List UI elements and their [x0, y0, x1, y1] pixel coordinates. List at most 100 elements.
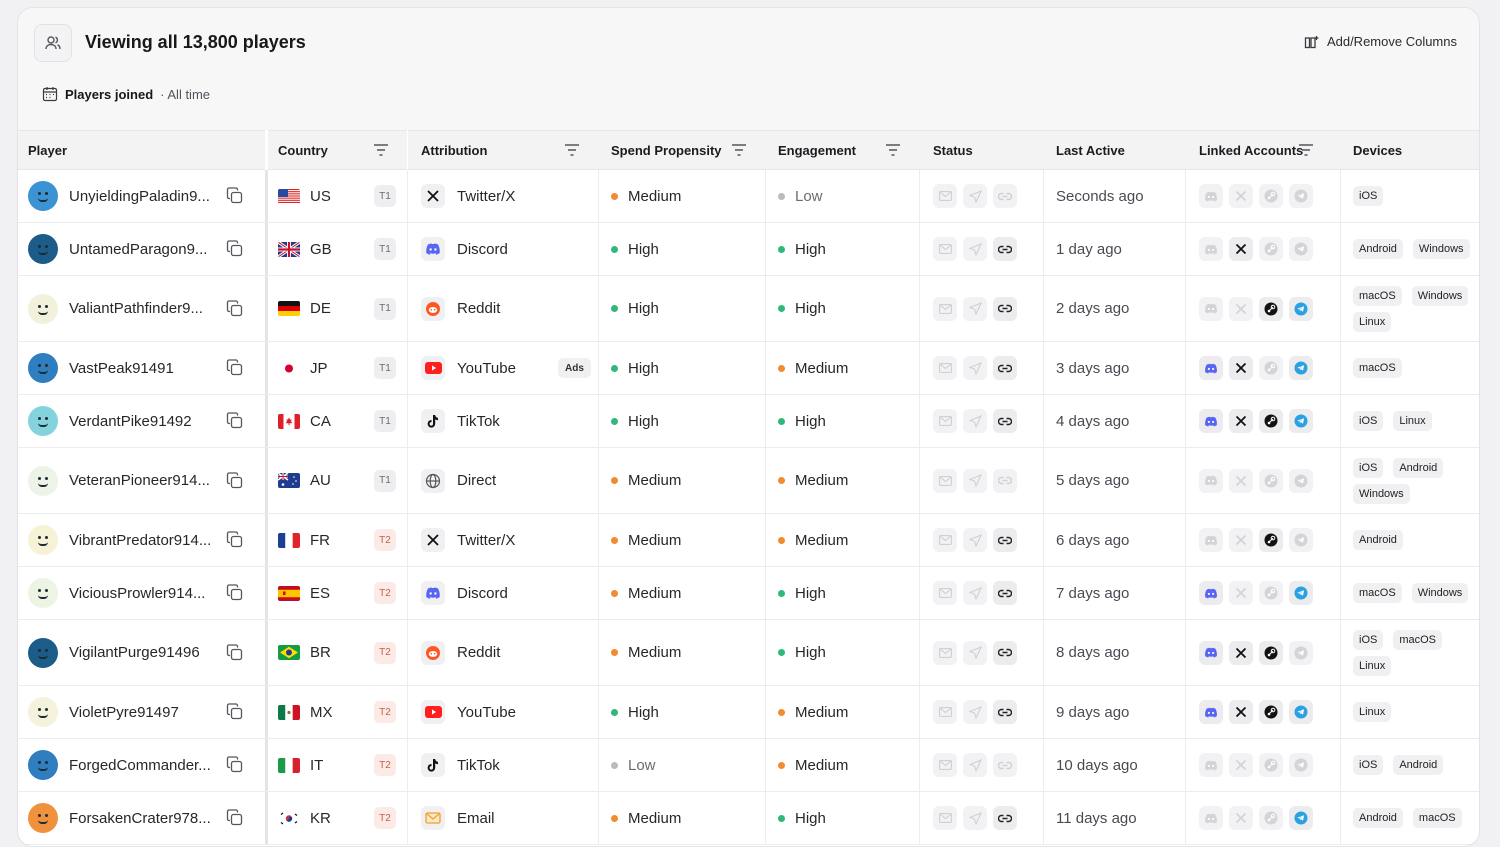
- telegram-status-icon[interactable]: [963, 806, 987, 830]
- telegram-account-icon[interactable]: [1289, 356, 1313, 380]
- copy-icon[interactable]: [226, 584, 243, 605]
- x-account-icon[interactable]: [1229, 753, 1253, 777]
- telegram-status-icon[interactable]: [963, 700, 987, 724]
- player-name[interactable]: VioletPyre91497: [69, 704, 214, 721]
- link-status-icon[interactable]: [993, 806, 1017, 830]
- steam-account-icon[interactable]: [1259, 468, 1283, 493]
- filter-icon[interactable]: [564, 143, 580, 160]
- player-cell[interactable]: ForgedCommander...: [18, 739, 265, 791]
- table-row[interactable]: VastPeak91491 JP T1 YouTube Ads High Med…: [18, 342, 1479, 395]
- email-status-icon[interactable]: [933, 468, 957, 493]
- discord-account-icon[interactable]: [1199, 700, 1223, 724]
- x-account-icon[interactable]: [1229, 468, 1253, 493]
- player-name[interactable]: UnyieldingPaladin9...: [69, 188, 214, 205]
- email-status-icon[interactable]: [933, 700, 957, 724]
- column-header-linked-accounts[interactable]: Linked Accounts: [1185, 130, 1340, 170]
- filter-icon[interactable]: [1298, 143, 1314, 160]
- x-account-icon[interactable]: [1229, 409, 1253, 433]
- steam-account-icon[interactable]: [1259, 528, 1283, 552]
- player-cell[interactable]: UntamedParagon9...: [18, 223, 265, 275]
- x-account-icon[interactable]: [1229, 296, 1253, 321]
- telegram-status-icon[interactable]: [963, 640, 987, 665]
- discord-account-icon[interactable]: [1199, 356, 1223, 380]
- telegram-status-icon[interactable]: [963, 468, 987, 493]
- discord-account-icon[interactable]: [1199, 468, 1223, 493]
- link-status-icon[interactable]: [993, 356, 1017, 380]
- player-cell[interactable]: VigilantPurge91496: [18, 620, 265, 685]
- column-header-player[interactable]: Player: [18, 130, 265, 170]
- link-status-icon[interactable]: [993, 581, 1017, 605]
- table-row[interactable]: VibrantPredator914... FR T2 Twitter/X Me…: [18, 514, 1479, 567]
- discord-account-icon[interactable]: [1199, 581, 1223, 605]
- telegram-status-icon[interactable]: [963, 753, 987, 777]
- steam-account-icon[interactable]: [1259, 237, 1283, 261]
- steam-account-icon[interactable]: [1259, 296, 1283, 321]
- discord-account-icon[interactable]: [1199, 184, 1223, 208]
- discord-account-icon[interactable]: [1199, 806, 1223, 830]
- telegram-account-icon[interactable]: [1289, 581, 1313, 605]
- telegram-account-icon[interactable]: [1289, 640, 1313, 665]
- column-header-attribution[interactable]: Attribution: [408, 130, 598, 170]
- player-name[interactable]: VeteranPioneer914...: [69, 472, 214, 489]
- steam-account-icon[interactable]: [1259, 700, 1283, 724]
- copy-icon[interactable]: [226, 240, 243, 261]
- player-cell[interactable]: UnyieldingPaladin9...: [18, 170, 265, 222]
- table-row[interactable]: ForgedCommander... IT T2 TikTok Low Medi…: [18, 739, 1479, 792]
- table-row[interactable]: VeteranPioneer914... AU T1 Direct Medium…: [18, 448, 1479, 514]
- discord-account-icon[interactable]: [1199, 753, 1223, 777]
- email-status-icon[interactable]: [933, 581, 957, 605]
- telegram-status-icon[interactable]: [963, 296, 987, 321]
- player-name[interactable]: VibrantPredator914...: [69, 532, 214, 549]
- x-account-icon[interactable]: [1229, 184, 1253, 208]
- table-row[interactable]: ViciousProwler914... ES T2 Discord Mediu…: [18, 567, 1479, 620]
- discord-account-icon[interactable]: [1199, 296, 1223, 321]
- table-row[interactable]: ValiantPathfinder9... DE T1 Reddit High …: [18, 276, 1479, 342]
- player-cell[interactable]: ForsakenCrater978...: [18, 792, 265, 844]
- telegram-account-icon[interactable]: [1289, 237, 1313, 261]
- discord-account-icon[interactable]: [1199, 409, 1223, 433]
- table-row[interactable]: VerdantPike91492 CA T1 TikTok High High: [18, 395, 1479, 448]
- player-cell[interactable]: ViciousProwler914...: [18, 567, 265, 619]
- link-status-icon[interactable]: [993, 700, 1017, 724]
- copy-icon[interactable]: [226, 471, 243, 493]
- steam-account-icon[interactable]: [1259, 581, 1283, 605]
- column-header-devices[interactable]: Devices: [1340, 130, 1479, 170]
- player-cell[interactable]: VibrantPredator914...: [18, 514, 265, 566]
- telegram-status-icon[interactable]: [963, 184, 987, 208]
- x-account-icon[interactable]: [1229, 356, 1253, 380]
- add-remove-columns-button[interactable]: Add/Remove Columns: [1304, 33, 1457, 49]
- steam-account-icon[interactable]: [1259, 753, 1283, 777]
- x-account-icon[interactable]: [1229, 581, 1253, 605]
- filter-icon[interactable]: [373, 143, 389, 160]
- steam-account-icon[interactable]: [1259, 356, 1283, 380]
- telegram-account-icon[interactable]: [1289, 528, 1313, 552]
- player-name[interactable]: ForgedCommander...: [69, 757, 214, 774]
- telegram-account-icon[interactable]: [1289, 296, 1313, 321]
- x-account-icon[interactable]: [1229, 700, 1253, 724]
- player-name[interactable]: ValiantPathfinder9...: [69, 300, 214, 317]
- column-header-country[interactable]: Country: [268, 130, 407, 170]
- copy-icon[interactable]: [226, 359, 243, 380]
- email-status-icon[interactable]: [933, 640, 957, 665]
- x-account-icon[interactable]: [1229, 528, 1253, 552]
- link-status-icon[interactable]: [993, 753, 1017, 777]
- filter-icon[interactable]: [731, 143, 747, 160]
- email-status-icon[interactable]: [933, 528, 957, 552]
- x-account-icon[interactable]: [1229, 806, 1253, 830]
- filter-icon[interactable]: [885, 143, 901, 160]
- telegram-account-icon[interactable]: [1289, 700, 1313, 724]
- telegram-account-icon[interactable]: [1289, 409, 1313, 433]
- player-cell[interactable]: ValiantPathfinder9...: [18, 276, 265, 341]
- telegram-account-icon[interactable]: [1289, 468, 1313, 493]
- player-cell[interactable]: VastPeak91491: [18, 342, 265, 394]
- email-status-icon[interactable]: [933, 753, 957, 777]
- telegram-account-icon[interactable]: [1289, 806, 1313, 830]
- copy-icon[interactable]: [226, 756, 243, 777]
- table-row[interactable]: UntamedParagon9... GB T1 Discord High Hi…: [18, 223, 1479, 276]
- table-row[interactable]: UnyieldingPaladin9... US T1 Twitter/X Me…: [18, 170, 1479, 223]
- link-status-icon[interactable]: [993, 468, 1017, 493]
- email-status-icon[interactable]: [933, 237, 957, 261]
- discord-account-icon[interactable]: [1199, 237, 1223, 261]
- email-status-icon[interactable]: [933, 409, 957, 433]
- telegram-status-icon[interactable]: [963, 528, 987, 552]
